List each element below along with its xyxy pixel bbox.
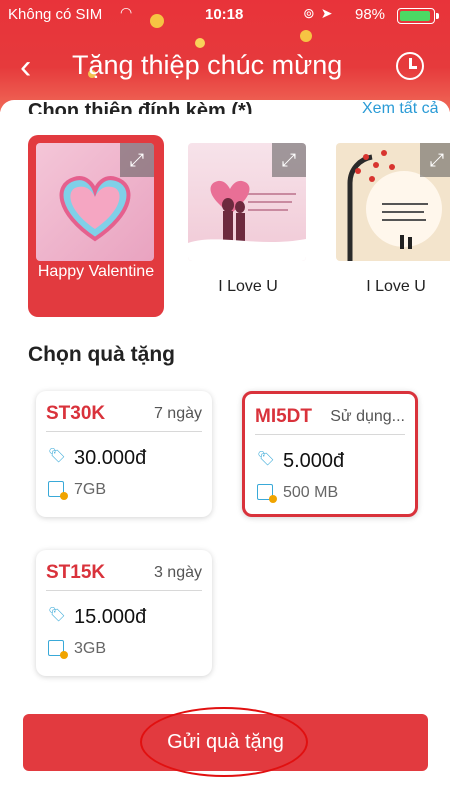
price-tag-icon: 🏷	[48, 447, 66, 463]
expand-icon[interactable]: ⤢	[120, 143, 154, 177]
battery-nub	[436, 13, 439, 19]
battery-fill	[400, 11, 431, 21]
card-item[interactable]: ⤢ Happy Valentine	[28, 135, 164, 317]
wifi-icon: ◠	[120, 4, 133, 20]
location-icon: ⊚➤	[303, 5, 339, 21]
package-code: ST30K	[46, 403, 106, 424]
card-label: Happy Valentine	[37, 263, 155, 280]
package-price: 15.000đ	[74, 606, 147, 628]
blossom-decoration	[300, 30, 312, 42]
clock: 10:18	[205, 6, 244, 23]
blossom-decoration	[195, 38, 205, 48]
package-code: ST15K	[46, 562, 106, 583]
card-item[interactable]: ⤢ I Love U	[180, 135, 316, 317]
card-carousel[interactable]: ⤢ Happy Valentine ⤢ I Love U ⤢ I Love U	[0, 135, 450, 320]
battery-percent: 98%	[355, 6, 386, 23]
see-all-link[interactable]: Xem tất cả	[362, 100, 438, 114]
data-sim-icon	[48, 481, 68, 500]
package-data: 500 MB	[283, 484, 339, 501]
package-duration: 3 ngày	[153, 564, 202, 581]
card-thumbnail[interactable]: ⤢	[336, 143, 450, 261]
battery-icon	[397, 8, 439, 24]
card-item[interactable]: ⤢ I Love U	[328, 135, 450, 317]
gift-section-title: Chọn quà tặng	[28, 343, 175, 366]
package-duration: Sử dụng...	[330, 408, 405, 425]
price-tag-icon: 🏷	[257, 450, 275, 466]
divider	[46, 590, 202, 591]
back-chevron-icon[interactable]: ‹	[20, 50, 42, 84]
data-sim-icon	[48, 640, 68, 659]
package-duration: 7 ngày	[153, 405, 202, 422]
package-data: 7GB	[74, 481, 107, 498]
card-section-title: Chọn thiệp đính kèm (*)	[28, 100, 253, 114]
card-label: I Love U	[366, 278, 426, 295]
divider	[46, 431, 202, 432]
expand-icon[interactable]: ⤢	[272, 143, 306, 177]
carrier-label: Không có SIM	[8, 6, 103, 23]
card-thumbnail[interactable]: ⤢	[36, 143, 154, 261]
gift-package-card[interactable]: MI5DT Sử dụng... 🏷 5.000đ 500 MB	[242, 391, 418, 517]
page-title: Tặng thiệp chúc mừng	[72, 50, 343, 80]
card-thumbnail[interactable]: ⤢	[188, 143, 306, 261]
divider	[255, 434, 405, 435]
expand-icon[interactable]: ⤢	[420, 143, 450, 177]
data-sim-icon	[257, 484, 277, 503]
header: Không có SIM ◠ 10:18 ⊚➤ 98% ‹ Tặng thiệp…	[0, 0, 450, 112]
history-clock-icon[interactable]	[396, 52, 424, 80]
package-price: 5.000đ	[283, 450, 345, 472]
status-bar: Không có SIM ◠ 10:18 ⊚➤ 98%	[0, 0, 450, 30]
package-code: MI5DT	[255, 406, 312, 427]
package-price: 30.000đ	[74, 447, 147, 469]
package-data: 3GB	[74, 640, 107, 657]
price-tag-icon: 🏷	[48, 606, 66, 622]
gift-package-card[interactable]: ST30K 7 ngày 🏷 30.000đ 7GB	[36, 391, 212, 517]
highlight-circle	[140, 707, 308, 777]
gift-package-card[interactable]: ST15K 3 ngày 🏷 15.000đ 3GB	[36, 550, 212, 676]
card-label: I Love U	[218, 278, 278, 295]
